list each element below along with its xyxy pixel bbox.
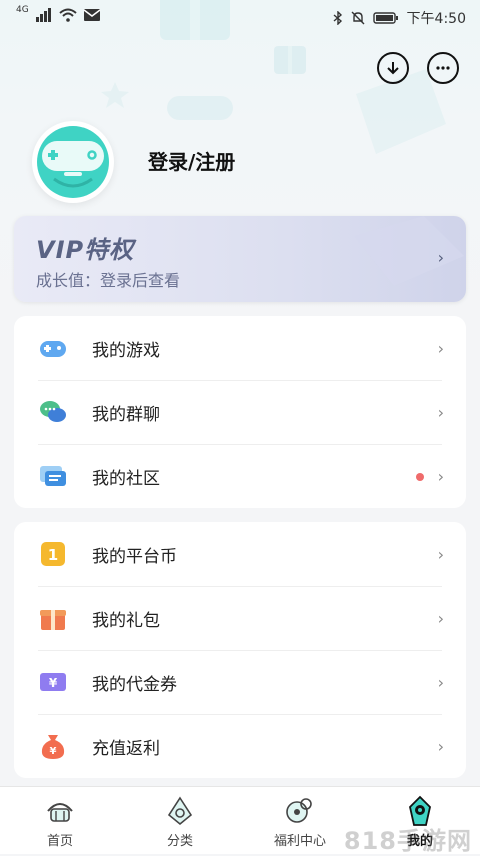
- menu-card-assets: 1 我的平台币 › 我的礼包 › ¥ 我的代金券 › ¥ 充值返利 ›: [14, 522, 466, 778]
- menu-item-my-vouchers[interactable]: ¥ 我的代金券 ›: [14, 650, 466, 714]
- nav-tab-category[interactable]: 分类: [120, 787, 240, 854]
- nav-tab-label: 福利中心: [273, 834, 326, 849]
- watermark: 818手游网: [343, 827, 472, 855]
- wifi-icon: [59, 8, 77, 22]
- vip-card[interactable]: VIP特权 成长值：登录后查看 ›: [14, 216, 466, 302]
- chevron-right-icon: ›: [437, 736, 444, 756]
- home-icon: [47, 803, 73, 822]
- menu-card-social: 我的游戏 › 我的群聊 › 我的社区 ›: [14, 316, 466, 508]
- menu-item-label: 我的社区: [92, 468, 160, 489]
- message-button[interactable]: [427, 52, 459, 84]
- decor-controller-icon: [167, 96, 233, 120]
- message-icon: [436, 66, 450, 70]
- category-icon: [167, 796, 193, 826]
- chevron-right-icon: ›: [437, 672, 444, 692]
- notification-dot: [416, 473, 424, 481]
- menu-item-platform-coins[interactable]: 1 我的平台币 ›: [14, 522, 466, 586]
- signal-icon: [35, 8, 51, 22]
- chat-bubbles-icon: [40, 401, 66, 422]
- coin-icon: 1: [41, 542, 65, 566]
- vip-growth-value: 成长值：登录后查看: [36, 271, 181, 290]
- chevron-right-icon: ›: [437, 402, 444, 422]
- download-button[interactable]: [377, 52, 409, 84]
- menu-item-recharge-rebate[interactable]: ¥ 充值返利 ›: [14, 714, 466, 778]
- nav-tab-label: 分类: [166, 834, 193, 849]
- chevron-right-icon: ›: [437, 544, 444, 564]
- menu-item-label: 我的礼包: [92, 610, 160, 631]
- menu-item-my-group-chats[interactable]: 我的群聊 ›: [14, 380, 466, 444]
- svg-text:1: 1: [48, 546, 58, 564]
- nav-tab-home[interactable]: 首页: [0, 787, 120, 854]
- voucher-icon: ¥: [40, 673, 66, 691]
- nav-tab-label: 首页: [46, 834, 73, 849]
- menu-item-label: 我的代金券: [92, 674, 177, 695]
- avatar[interactable]: [32, 121, 114, 203]
- gift-icon: [40, 610, 66, 630]
- battery-icon: [372, 12, 398, 24]
- mute-icon: [351, 11, 365, 25]
- menu-item-label: 充值返利: [92, 738, 160, 759]
- menu-item-my-community[interactable]: 我的社区 ›: [14, 444, 466, 508]
- menu-item-my-gift-packs[interactable]: 我的礼包 ›: [14, 586, 466, 650]
- status-bar: 4G 下午4:50: [0, 0, 480, 34]
- menu-item-my-games[interactable]: 我的游戏 ›: [14, 316, 466, 380]
- decor-box-icon: [274, 46, 306, 74]
- svg-text:¥: ¥: [49, 676, 58, 690]
- money-bag-icon: ¥: [41, 735, 65, 759]
- network-type: 4G: [16, 5, 29, 15]
- chevron-right-icon: ›: [437, 338, 444, 358]
- menu-item-label: 我的群聊: [92, 404, 160, 425]
- chevron-right-icon: ›: [437, 248, 444, 267]
- vip-title: VIP特权: [36, 236, 135, 264]
- welfare-icon: [286, 798, 312, 823]
- gamepad-icon: [40, 341, 66, 357]
- nav-tab-welfare[interactable]: 福利中心: [240, 787, 360, 854]
- mail-icon: [83, 9, 101, 21]
- bluetooth-icon: [333, 11, 342, 25]
- svg-text:¥: ¥: [50, 746, 57, 757]
- gamepad-avatar-icon: [37, 126, 109, 198]
- menu-item-label: 我的平台币: [92, 546, 177, 567]
- clock: 下午4:50: [406, 11, 466, 27]
- menu-item-label: 我的游戏: [92, 340, 160, 361]
- chevron-right-icon: ›: [437, 466, 444, 486]
- chevron-right-icon: ›: [437, 608, 444, 628]
- download-icon: [387, 62, 399, 75]
- decor-star-icon: [101, 82, 129, 108]
- community-icon: [40, 466, 66, 486]
- login-register-link[interactable]: 登录/注册: [148, 146, 235, 175]
